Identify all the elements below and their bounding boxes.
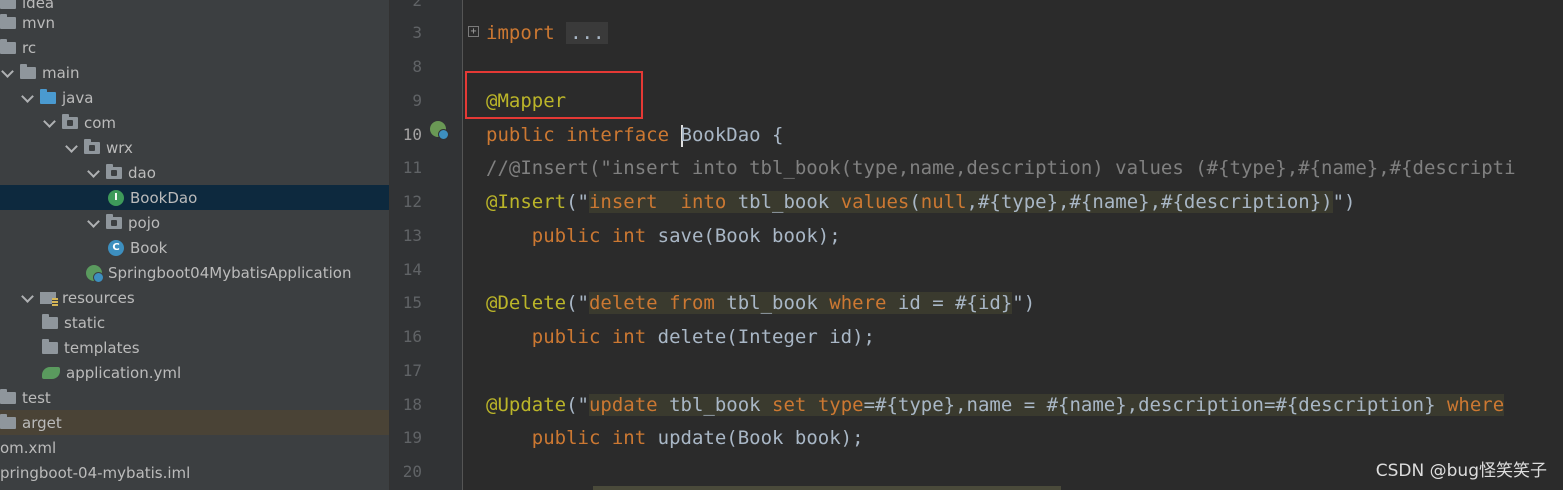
folder-icon [0,413,16,429]
tree-item-springboot04mybatisapplication[interactable]: Springboot04MybatisApplication [0,260,389,285]
tree-item-label: BookDao [130,188,198,207]
tree-item-java[interactable]: java [0,85,389,110]
tree-item-label: com [84,113,117,132]
line-number[interactable]: 20 [390,455,422,489]
tree-item-label: main [42,63,80,82]
tree-item-static[interactable]: static [0,310,389,335]
code-line-18[interactable]: @Update("update tbl_book set type=#{type… [486,388,1505,422]
tree-item-arget[interactable]: arget [0,410,389,435]
folded-imports[interactable]: ... [566,22,609,44]
tree-item-label: application.yml [66,363,182,382]
tree-item-pojo[interactable]: pojo [0,210,389,235]
fold-expand-icon[interactable]: + [468,26,479,37]
tree-item-label: pojo [128,213,161,232]
tree-item-test[interactable]: test [0,385,389,410]
code-line-3[interactable]: import ... [486,16,609,50]
code-line-11[interactable]: //@Insert("insert into tbl_book(type,nam… [486,151,1516,185]
line-number[interactable]: 3 [390,16,422,50]
chevron-down-icon[interactable] [86,215,102,231]
line-number[interactable]: 9 [390,84,422,118]
tree-item-label: arget [22,413,62,432]
tree-item-label: test [22,388,51,407]
chevron-down-icon[interactable] [20,290,36,306]
code-line-10[interactable]: public interface BookDao { [486,118,783,152]
package-icon [84,138,100,154]
tree-item-templates[interactable]: templates [0,335,389,360]
tree-item-label: rc [22,38,37,57]
sql-fragment-next-line [593,486,1061,490]
code-line-19[interactable]: public int update(Book book); [486,421,864,455]
folder-icon [0,38,16,54]
chevron-down-icon[interactable] [0,65,16,81]
interface-icon: I [108,189,124,206]
folder-icon [42,338,58,354]
package-icon [106,213,122,229]
tree-item-resources[interactable]: resources [0,285,389,310]
tree-item-mvn[interactable]: mvn [0,10,389,35]
tree-item-label: resources [62,288,135,307]
code-line-12[interactable]: @Insert("insert into tbl_book values(nul… [486,185,1355,219]
tree-item-label: om.xml [0,438,57,457]
folder-icon [42,313,58,329]
folder-icon [0,388,16,404]
tree-item-wrx[interactable]: wrx [0,135,389,160]
line-number[interactable]: 8 [390,50,422,84]
line-number[interactable]: 11 [390,151,422,185]
chevron-down-icon[interactable] [42,115,58,131]
tree-item-label: dao [128,163,156,182]
mapper-highlight-box [465,71,643,119]
tree-item-label: templates [64,338,140,357]
sql-fragment: insert into tbl_book values(null,#{type}… [588,191,1333,213]
line-number[interactable]: 19 [390,421,422,455]
package-icon [62,113,78,129]
line-number[interactable]: 14 [390,253,422,287]
yaml-file-icon [42,366,60,379]
tree-item-com[interactable]: com [0,110,389,135]
line-number[interactable]: 18 [390,388,422,422]
tree-item-label: mvn [22,13,55,32]
class-icon: C [108,239,124,256]
source-folder-icon [40,88,56,104]
folder-icon [0,0,16,9]
sql-fragment: delete from tbl_book where id = #{id} [588,292,1013,314]
code-line-16[interactable]: public int delete(Integer id); [486,320,875,354]
folder-icon [20,63,36,79]
chevron-down-icon[interactable] [86,165,102,181]
tree-item-pringboot-04-mybatis-iml[interactable]: pringboot-04-mybatis.iml [0,460,389,485]
tree-item-label: java [62,88,94,107]
folder-icon [0,13,16,29]
package-icon [106,163,122,179]
resources-folder-icon [40,291,58,306]
spring-boot-class-icon [86,264,104,283]
line-number[interactable]: 13 [390,219,422,253]
tree-item-book[interactable]: C Book [0,235,389,260]
code-line-15[interactable]: @Delete("delete from tbl_book where id =… [486,286,1035,320]
tree-item-label: wrx [106,138,133,157]
line-number[interactable]: 17 [390,354,422,388]
tree-item-label: pringboot-04-mybatis.iml [0,463,191,482]
tree-item-label: static [64,313,106,332]
line-number[interactable]: 12 [390,185,422,219]
sql-fragment: update tbl_book set type=#{type},name = … [588,394,1505,416]
tree-item-label: Springboot04MybatisApplication [108,263,352,282]
tree-item-om-xml[interactable]: om.xml [0,435,389,460]
tree-item-dao[interactable]: dao [0,160,389,185]
project-tree-panel: idea mvn rc main java com wrx dao I BookDao pojo C B… [0,0,389,490]
chevron-down-icon[interactable] [64,140,80,156]
tree-item-label: Book [130,238,168,257]
spring-bean-gutter-icon[interactable] [430,121,449,140]
tree-item-application-yml[interactable]: application.yml [0,360,389,385]
tree-item-bookdao[interactable]: I BookDao [0,185,389,210]
line-number[interactable]: 15 [390,286,422,320]
gutter-separator [462,0,463,490]
line-number[interactable]: 16 [390,320,422,354]
chevron-down-icon[interactable] [20,90,36,106]
csdn-watermark: CSDN @bug怪笑笑子 [1375,461,1547,481]
tree-item-rc[interactable]: rc [0,35,389,60]
line-number[interactable]: 10 [390,118,422,152]
code-line-13[interactable]: public int save(Book book); [486,219,841,253]
tree-item-main[interactable]: main [0,60,389,85]
